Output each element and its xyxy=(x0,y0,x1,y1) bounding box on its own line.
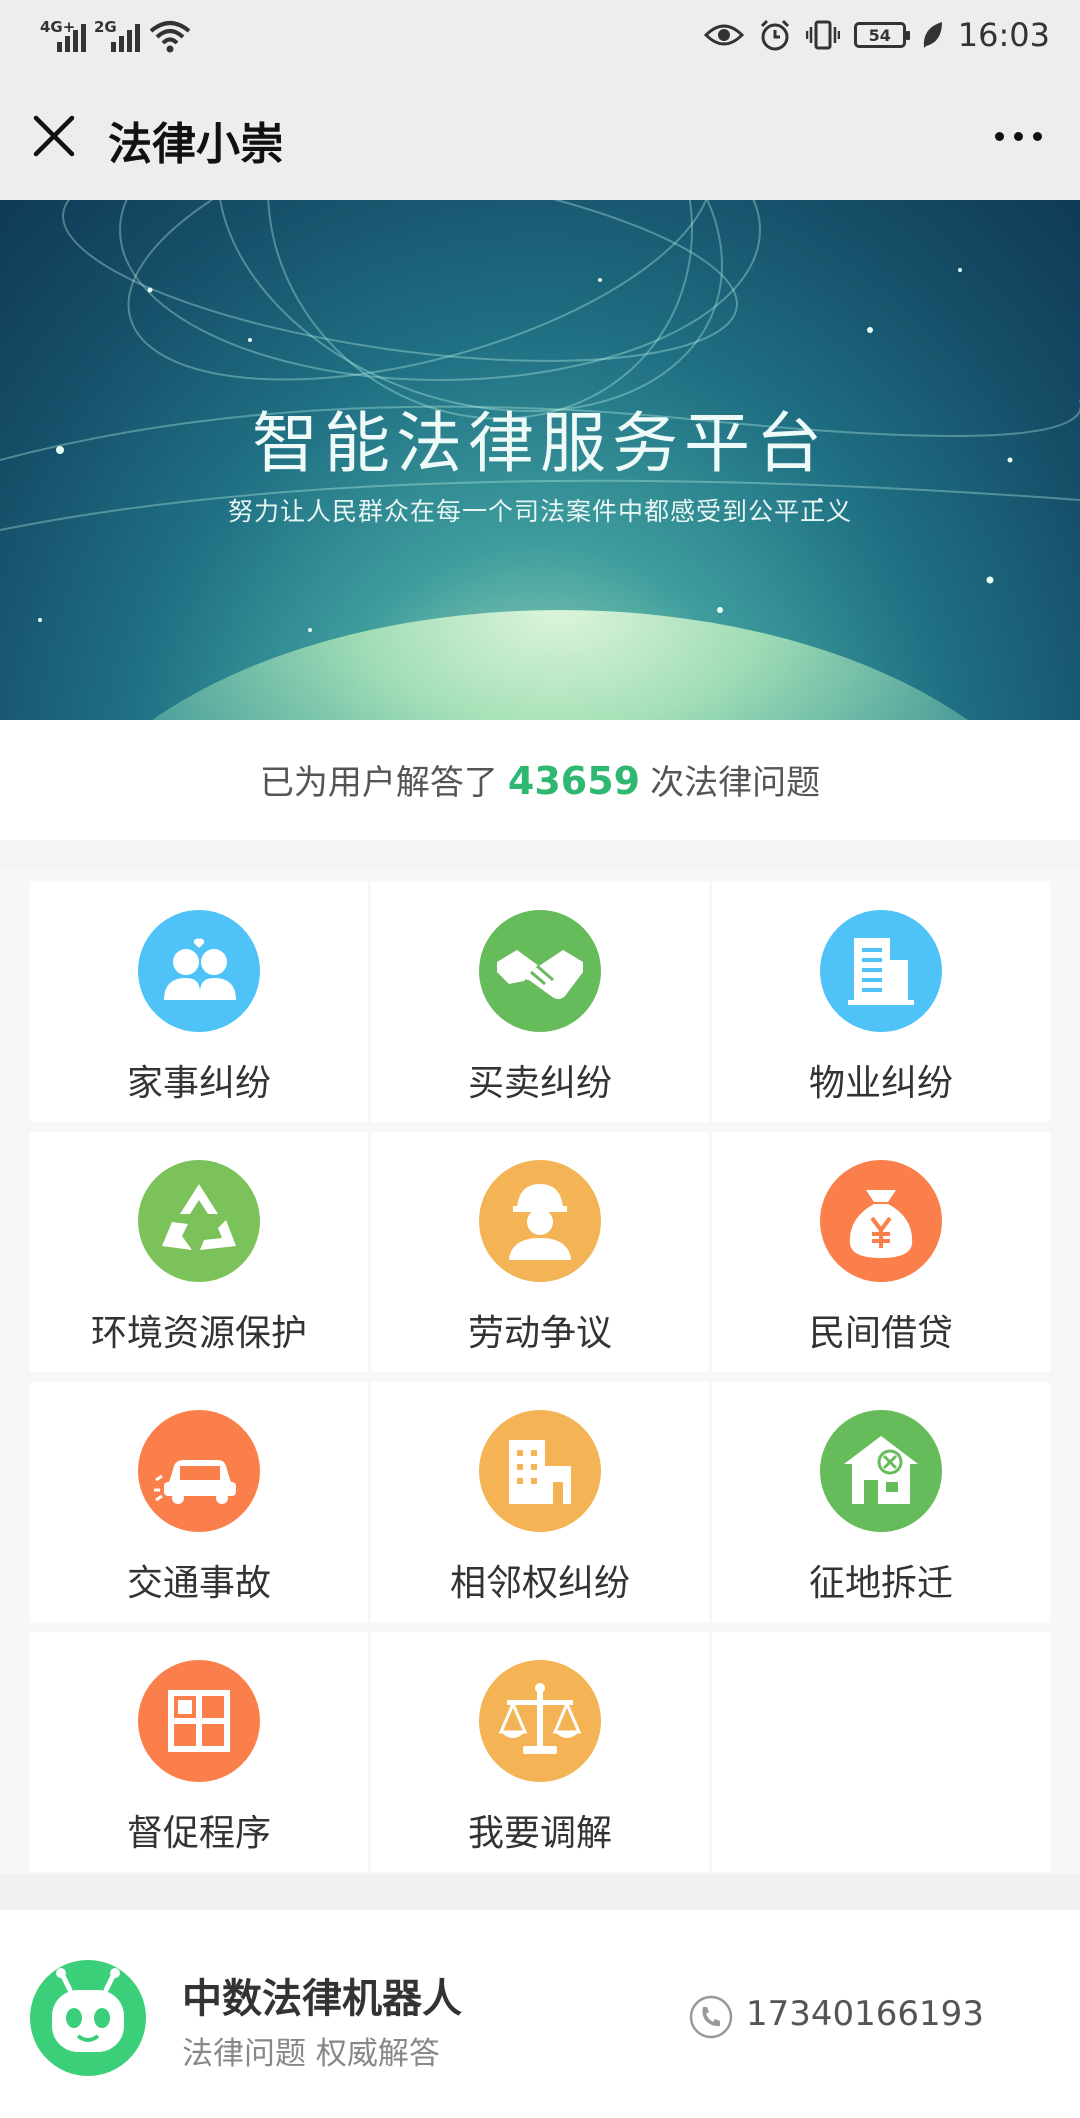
grid-window-icon xyxy=(138,1660,260,1782)
category-label: 物业纠纷 xyxy=(808,1063,953,1104)
robot-name: 中数法律机器人 xyxy=(182,1976,462,2022)
phone-icon xyxy=(689,1995,733,2039)
scales-icon xyxy=(479,1660,601,1782)
clock: 16:03 xyxy=(957,16,1050,54)
battery-level: 54 xyxy=(868,25,891,45)
stats-suffix: 次法律问题 xyxy=(650,763,821,803)
handshake-icon xyxy=(479,910,601,1032)
neighbor-building-icon xyxy=(479,1410,601,1532)
category-property-dispute[interactable]: 物业纠纷 xyxy=(712,882,1050,1122)
stats-prefix: 已为用户解答了 xyxy=(259,763,498,803)
category-mediation[interactable]: 我要调解 xyxy=(371,1632,709,1872)
building-icon xyxy=(820,910,942,1032)
money-bag-icon xyxy=(820,1160,942,1282)
more-dot-icon xyxy=(1032,131,1042,141)
category-grid: 家事纠纷 买卖纠纷 物业纠纷 环境资源保护 劳动争议 民间借贷 交通事故 相邻权… xyxy=(0,870,1080,1874)
category-neighbor-rights[interactable]: 相邻权纠纷 xyxy=(371,1382,709,1622)
category-environment-protection[interactable]: 环境资源保护 xyxy=(30,1132,368,1372)
worker-icon xyxy=(479,1160,601,1282)
category-label: 劳动争议 xyxy=(467,1313,612,1354)
eye-icon xyxy=(703,24,744,46)
sim1-signal-icon: 4G+ xyxy=(40,18,86,54)
category-land-demolition[interactable]: 征地拆迁 xyxy=(712,1382,1050,1622)
category-traffic-accident[interactable]: 交通事故 xyxy=(30,1382,368,1622)
more-menu-button[interactable] xyxy=(980,108,1056,164)
section-divider xyxy=(0,840,1080,870)
category-label: 交通事故 xyxy=(126,1563,271,1604)
demolition-house-icon xyxy=(820,1410,942,1532)
category-private-lending[interactable]: 民间借贷 xyxy=(712,1132,1050,1372)
category-family-dispute[interactable]: 家事纠纷 xyxy=(30,882,368,1122)
recycle-icon xyxy=(138,1160,260,1282)
status-bar: 4G+ 2G 54 16:03 xyxy=(0,0,1080,70)
category-label: 督促程序 xyxy=(126,1813,271,1854)
empty-grid-cell xyxy=(712,1632,1050,1872)
category-urging-procedure[interactable]: 督促程序 xyxy=(30,1632,368,1872)
answered-count: 43659 xyxy=(507,759,641,803)
battery-indicator: 54 xyxy=(853,22,910,48)
answered-count-banner: 已为用户解答了 43659 次法律问题 xyxy=(0,722,1080,840)
vibrate-icon xyxy=(805,20,840,50)
wifi-icon xyxy=(149,21,191,53)
phone-number-link[interactable]: 17340166193 xyxy=(746,1994,984,2034)
category-label: 环境资源保护 xyxy=(90,1313,307,1354)
page-title: 法律小崇 xyxy=(108,119,284,170)
category-label: 民间借贷 xyxy=(808,1313,953,1354)
power-saving-leaf-icon xyxy=(923,22,942,48)
category-label: 征地拆迁 xyxy=(808,1563,953,1604)
hero-banner[interactable]: 智能法律服务平台 努力让人民群众在每一个司法案件中都感受到公平正义 xyxy=(0,200,1080,720)
robot-avatar-icon xyxy=(30,1960,146,2076)
section-divider xyxy=(0,1874,1080,1910)
category-label: 买卖纠纷 xyxy=(467,1063,612,1104)
alarm-icon xyxy=(760,19,789,51)
more-dot-icon xyxy=(994,131,1004,141)
car-accident-icon xyxy=(138,1410,260,1532)
category-labor-dispute[interactable]: 劳动争议 xyxy=(371,1132,709,1372)
banner-subtitle: 努力让人民群众在每一个司法案件中都感受到公平正义 xyxy=(227,497,852,526)
signal-group: 4G+ 2G xyxy=(40,14,192,54)
close-icon[interactable] xyxy=(22,104,86,168)
nav-bar: 法律小崇 xyxy=(0,70,1080,200)
category-label: 相邻权纠纷 xyxy=(449,1563,630,1604)
more-dot-icon xyxy=(1013,131,1023,141)
robot-footer[interactable]: 中数法律机器人 法律问题 权威解答 17340166193 xyxy=(0,1910,1080,2118)
robot-tagline: 法律问题 权威解答 xyxy=(182,2036,440,2072)
category-sales-dispute[interactable]: 买卖纠纷 xyxy=(371,882,709,1122)
status-right-group: 54 16:03 xyxy=(703,12,1050,58)
category-label: 家事纠纷 xyxy=(126,1063,271,1104)
sim2-signal-icon: 2G xyxy=(94,18,140,54)
family-dispute-icon xyxy=(138,910,260,1032)
banner-title: 智能法律服务平台 xyxy=(252,405,828,482)
category-label: 我要调解 xyxy=(467,1813,612,1854)
